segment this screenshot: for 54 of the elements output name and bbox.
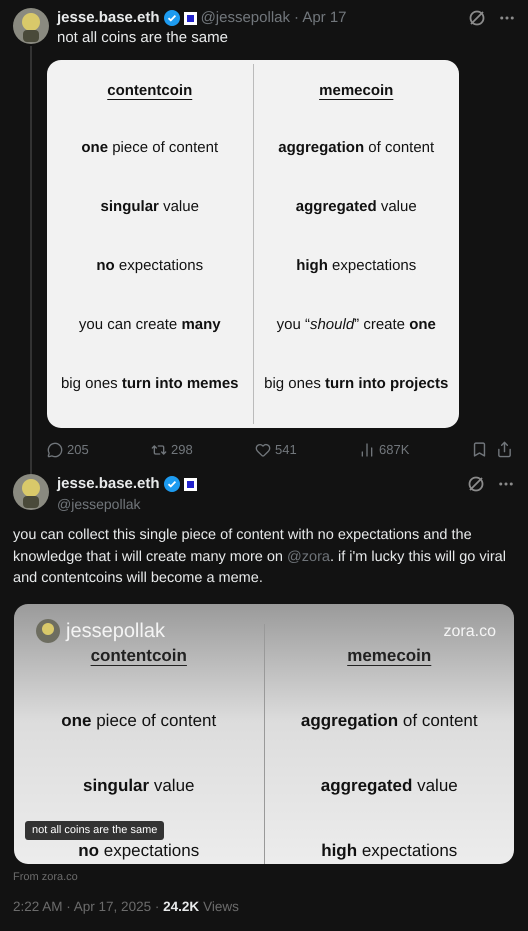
post-text: you can collect this single piece of content with no expectations and the knowledge that i will create many more on @zora. if i'm lucky this will go viral and contentcoins will become a meme. bbox=[13, 526, 507, 588]
comparison-text: you “should” create one bbox=[276, 315, 436, 336]
square-badge-icon bbox=[184, 478, 197, 490]
slashed-circle-icon[interactable] bbox=[468, 9, 486, 27]
views-count: 24.2K bbox=[163, 898, 200, 916]
avatar[interactable] bbox=[13, 8, 49, 44]
video-caption: not all coins are the same bbox=[25, 821, 164, 840]
author-name[interactable]: jesse.base.eth bbox=[57, 472, 160, 496]
author-handle[interactable]: @jessepollak bbox=[57, 494, 515, 515]
reply-icon bbox=[47, 442, 63, 458]
views-label: Views bbox=[203, 898, 239, 916]
column-heading: contentcoin bbox=[90, 645, 187, 668]
bookmark-icon[interactable] bbox=[471, 441, 488, 458]
column-heading: contentcoin bbox=[107, 81, 192, 102]
heart-icon bbox=[255, 442, 271, 458]
verified-badge-icon bbox=[164, 10, 180, 26]
video-username: jessepollak bbox=[66, 618, 165, 644]
video-avatar bbox=[36, 618, 60, 642]
author-handle[interactable]: @jessepollak bbox=[200, 6, 290, 30]
column-heading: memecoin bbox=[347, 645, 432, 668]
author-name[interactable]: jesse.base.eth bbox=[57, 6, 160, 30]
post-timestamp[interactable]: 2:22 AM · Apr 17, 2025 · bbox=[13, 897, 164, 918]
comparison-text: singular value bbox=[83, 775, 194, 798]
post-date[interactable]: · Apr 17 bbox=[294, 6, 347, 30]
video-site-label: zora.co bbox=[444, 622, 496, 642]
bar-chart-icon bbox=[359, 442, 375, 458]
comparison-text: aggregation of content bbox=[278, 138, 434, 158]
slashed-circle-icon[interactable] bbox=[467, 475, 485, 493]
comparison-text: you can create many bbox=[78, 315, 221, 336]
verified-badge-icon bbox=[164, 476, 180, 492]
bar-chart-button[interactable]: 687K bbox=[359, 440, 463, 460]
avatar[interactable] bbox=[13, 474, 49, 510]
heart-button[interactable]: 541 bbox=[255, 440, 359, 460]
comparison-text: one piece of content bbox=[81, 138, 218, 158]
column-heading: memecoin bbox=[319, 81, 394, 102]
source-label[interactable]: From zora.co bbox=[13, 868, 515, 885]
repost-button[interactable]: 298 bbox=[151, 440, 255, 460]
mention-link[interactable]: @zora bbox=[287, 548, 330, 564]
comparison-text: singular value bbox=[100, 197, 199, 218]
comparison-text: big ones turn into memes bbox=[60, 374, 239, 394]
comparison-text: aggregation of content bbox=[300, 710, 478, 732]
comparison-text: high expectations bbox=[296, 256, 416, 276]
post-text: not all coins are the same bbox=[57, 28, 229, 48]
square-badge-icon bbox=[184, 12, 197, 24]
comparison-text: big ones turn into projects bbox=[264, 374, 448, 394]
reply-button[interactable]: 205 bbox=[47, 440, 151, 460]
video-frame[interactable]: contentcoin one piece of content singular value no expectations memecoin aggregation of content aggregated value high expectations jessepollak zora.co not all coins are the same bbox=[14, 604, 514, 864]
comparison-text: aggregated value bbox=[296, 197, 417, 218]
comparison-text: high expectations bbox=[321, 840, 458, 862]
share-icon[interactable] bbox=[496, 441, 513, 458]
comparison-text: no expectations bbox=[78, 840, 200, 862]
comparison-text: aggregated value bbox=[320, 775, 458, 798]
comparison-text: one piece of content bbox=[61, 710, 216, 732]
comparison-text: no expectations bbox=[96, 256, 204, 276]
